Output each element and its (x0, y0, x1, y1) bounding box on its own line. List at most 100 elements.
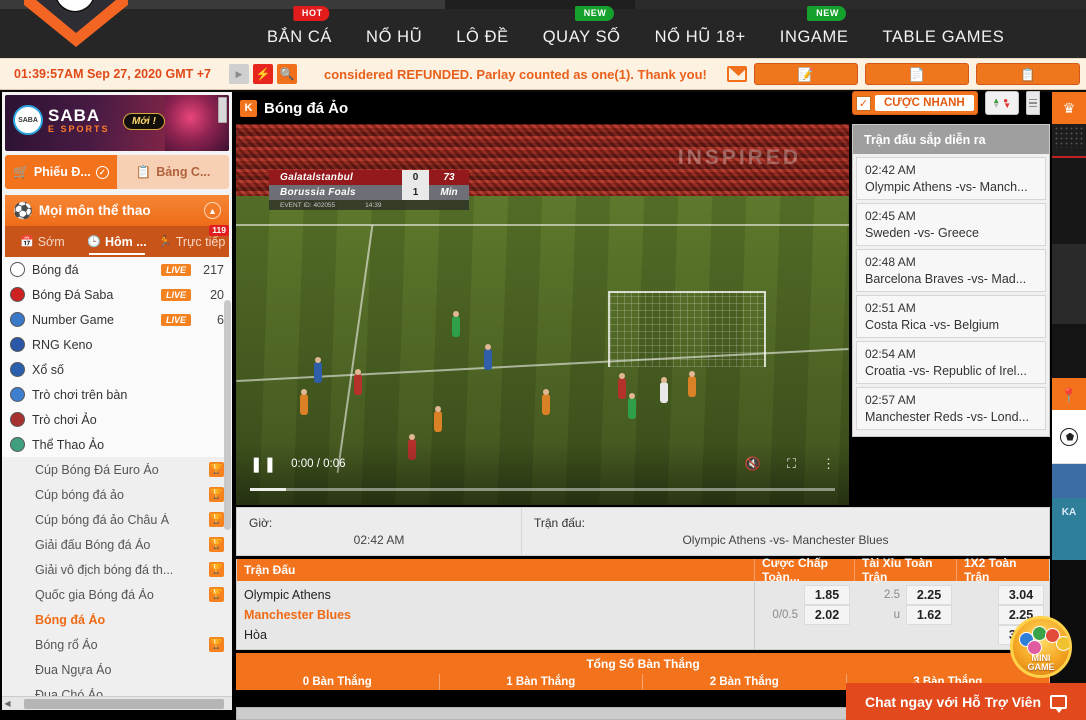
trophy-icon[interactable]: 🏆 (209, 587, 224, 602)
upcoming-match-3[interactable]: 02:51 AM Costa Rica -vs- Belgium (856, 295, 1046, 338)
upcoming-teams: Croatia -vs- Republic of Irel... (865, 364, 1027, 378)
rail-ka-item[interactable]: KA (1052, 464, 1086, 560)
sport-icon (10, 412, 25, 427)
handicap-value-away: 0/0.5 (772, 609, 798, 621)
sport-count: 217 (203, 262, 224, 277)
sport-icon (10, 437, 25, 452)
upcoming-match-2[interactable]: 02:48 AM Barcelona Braves -vs- Mad... (856, 249, 1046, 292)
trophy-icon[interactable]: 🏆 (209, 537, 224, 552)
left-sidebar: SABA SABA E SPORTS Mới ! 🛒 Phiếu Đ... ✓ (2, 92, 232, 710)
crown-icon[interactable]: ♛ (1052, 92, 1086, 124)
sport-item-5[interactable]: Trò chơi trên bàn (2, 382, 232, 407)
search-icon[interactable]: 🔍 (276, 64, 297, 84)
quickbet-button[interactable]: ✓ CƯỢC NHANH (852, 91, 978, 115)
total-goals-title: Tổng Số Bàn Thắng (236, 653, 1050, 674)
fullscreen-icon[interactable]: ⛶ (787, 456, 796, 472)
lightning-icon[interactable]: ⚡ (252, 64, 273, 84)
event-id: EVENT ID: 402055 (280, 201, 336, 209)
nav-item-0[interactable]: HOT BẮN CÁ (250, 6, 349, 58)
nav-item-1[interactable]: NỔ HŨ (349, 28, 439, 58)
league-item-0[interactable]: Cúp Bóng Đá Euro Ảo 🏆 (2, 457, 232, 482)
sport-label: Number Game (32, 312, 114, 327)
match-label: Trận đấu: (534, 516, 585, 530)
trophy-icon[interactable]: 🏆 (209, 487, 224, 502)
league-item-4[interactable]: Giải vô địch bóng đá th... 🏆 (2, 557, 232, 582)
rail-promo-panel[interactable] (1052, 124, 1086, 380)
banner-scrollbar[interactable] (218, 97, 227, 123)
league-item-6[interactable]: Bóng đá Ảo (2, 607, 232, 632)
nav-item-3[interactable]: NEW QUAY SỐ (526, 6, 638, 58)
league-item-1[interactable]: Cúp bóng đá ảo 🏆 (2, 482, 232, 507)
scroll-left-arrow-icon[interactable]: ◀ (2, 699, 13, 708)
trophy-icon[interactable]: 🏆 (209, 562, 224, 577)
nav-item-6[interactable]: TABLE GAMES (865, 28, 1021, 58)
sidebar-horizontal-scrollbar[interactable]: ◀ (2, 696, 232, 710)
sport-item-1[interactable]: Bóng Đá Saba LIVE 20 (2, 282, 232, 307)
sport-tab-1[interactable]: 🕒 Hôm ... (80, 226, 155, 257)
chevron-up-icon[interactable]: ▲ (204, 202, 221, 219)
league-item-8[interactable]: Đua Ngựa Ảo (2, 657, 232, 682)
sport-item-2[interactable]: Number Game LIVE 6 (2, 307, 232, 332)
sport-tab-2[interactable]: 🏃 Trực tiếp 119 (154, 225, 230, 257)
minigame-badge[interactable]: MINI GAME (1010, 616, 1072, 678)
odds-1x2-home[interactable]: 3.04 (998, 585, 1044, 605)
total-goals-col-1[interactable]: 1 Bàn Thắng (440, 674, 643, 690)
player (660, 377, 668, 403)
odds-handicap-away[interactable]: 2.02 (804, 605, 850, 625)
tab-betlist[interactable]: 📋 Bảng C... (117, 155, 229, 189)
sport-item-6[interactable]: Trò chơi Ảo (2, 407, 232, 432)
trophy-icon[interactable]: 🏆 (209, 462, 224, 477)
site-logo[interactable] (24, 0, 128, 61)
sport-item-0[interactable]: Bóng đá LIVE 217 (2, 257, 232, 282)
trophy-icon[interactable]: 🏆 (209, 637, 224, 652)
league-item-2[interactable]: Cúp bóng đá ảo Châu Á 🏆 (2, 507, 232, 532)
league-item-3[interactable]: Giải đấu Bóng đá Ảo 🏆 (2, 532, 232, 557)
sport-label: RNG Keno (32, 337, 93, 352)
trophy-icon[interactable]: 🏆 (209, 512, 224, 527)
nav-item-4[interactable]: NỔ HŨ 18+ (638, 28, 763, 58)
support-chat-bar[interactable]: Chat ngay với Hỗ Trợ Viên (846, 683, 1086, 720)
upcoming-match-5[interactable]: 02:57 AM Manchester Reds -vs- Lond... (856, 387, 1046, 430)
menu-icon[interactable] (1025, 91, 1040, 115)
video-progress-bar[interactable] (250, 488, 835, 491)
scroll-thumb[interactable] (24, 698, 224, 709)
nav-item-5[interactable]: NEW INGAME (763, 6, 866, 58)
upcoming-time: 02:45 AM (865, 209, 916, 223)
total-goals-col-0[interactable]: 0 Bàn Thắng (236, 674, 440, 690)
tab-betslip[interactable]: 🛒 Phiếu Đ... ✓ (5, 155, 117, 189)
saba-esports-banner[interactable]: SABA SABA E SPORTS Mới ! (5, 95, 229, 151)
receipt-button[interactable]: 📄 (865, 63, 969, 85)
upcoming-match-0[interactable]: 02:42 AM Olympic Athens -vs- Manch... (856, 157, 1046, 200)
sidebar-vertical-scrollbar[interactable] (224, 300, 231, 530)
sport-item-3[interactable]: RNG Keno (2, 332, 232, 357)
odds-handicap-home[interactable]: 1.85 (804, 585, 850, 605)
sport-tab-0[interactable]: 📅 Sớm (5, 226, 80, 257)
saba-circle-text: SABA (18, 116, 38, 124)
statement-button[interactable]: 📋 (976, 63, 1080, 85)
total-goals-col-2[interactable]: 2 Bàn Thắng (643, 674, 847, 690)
rail-sports-item[interactable] (1052, 410, 1086, 464)
sport-item-7[interactable]: Thể Thao Ảo (2, 432, 232, 457)
pause-icon[interactable]: ❚❚ (250, 455, 277, 473)
league-item-5[interactable]: Quốc gia Bóng đá Ảo 🏆 (2, 582, 232, 607)
checkbox-icon[interactable]: ✓ (856, 95, 871, 111)
nav-item-2[interactable]: LÔ ĐỀ (439, 28, 526, 58)
upcoming-match-4[interactable]: 02:54 AM Croatia -vs- Republic of Irel... (856, 341, 1046, 384)
sport-time-tabs: 📅 Sớm 🕒 Hôm ... 🏃 Trực tiếp 119 (5, 225, 230, 257)
upcoming-match-1[interactable]: 02:45 AM Sweden -vs- Greece (856, 203, 1046, 246)
odds-under[interactable]: 1.62 (906, 605, 952, 625)
video-player[interactable]: INSPIRED Galatalstanbul 0 73 Borussia Fo… (236, 124, 849, 505)
odds-over[interactable]: 2.25 (906, 585, 952, 605)
envelope-icon[interactable] (727, 66, 747, 82)
mute-icon[interactable]: 🔇 (745, 456, 761, 472)
league-item-7[interactable]: Bóng rổ Ảo 🏆 (2, 632, 232, 657)
league-label: Bóng rổ Ảo (35, 637, 98, 652)
ticket-button[interactable]: 📝 (754, 63, 858, 85)
player (618, 373, 626, 399)
play-icon[interactable]: ▶ (228, 64, 249, 84)
pin-icon[interactable]: 📍 (1052, 380, 1086, 410)
sort-arrows-icon[interactable]: ▲ ▼ ● ▼ (984, 91, 1019, 115)
more-options-icon[interactable]: ⋮ (822, 456, 835, 472)
all-sports-header[interactable]: ⚽ Mọi môn thể thao ▲ (5, 195, 229, 226)
sport-item-4[interactable]: Xổ số (2, 357, 232, 382)
